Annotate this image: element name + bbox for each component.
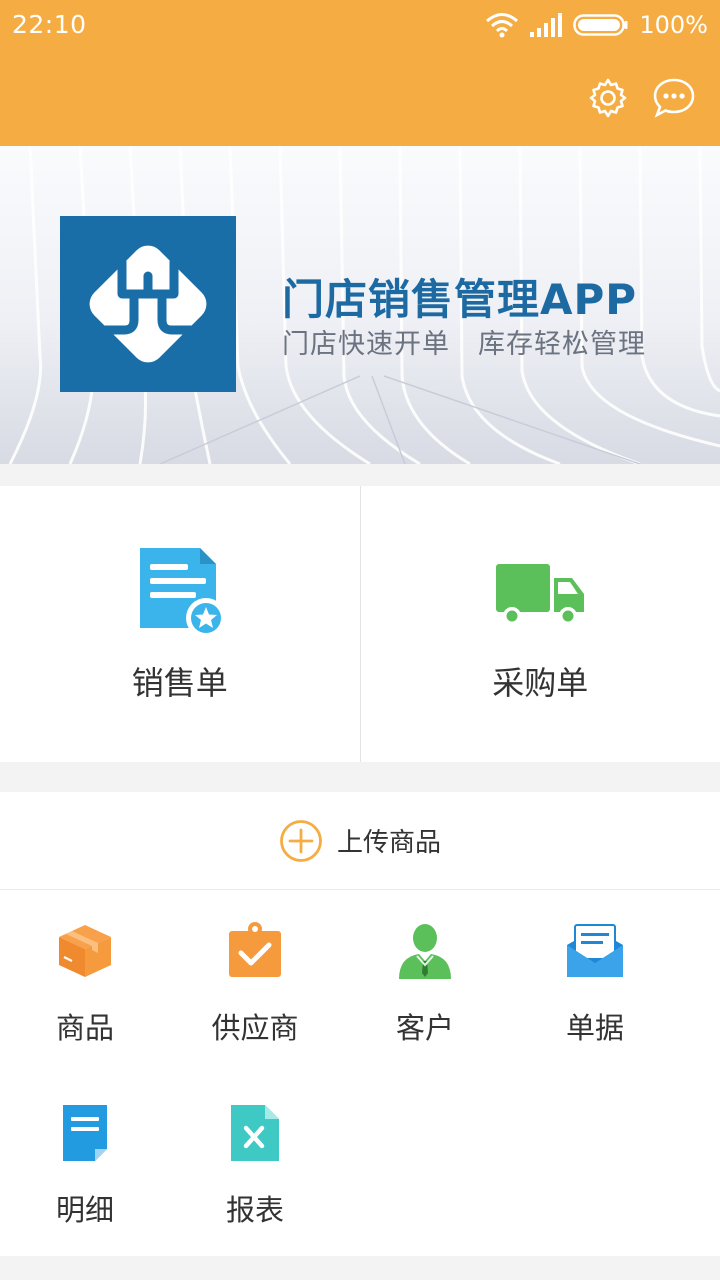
function-panel: 上传商品 商品 供应商 客户 单据 明细 报表 bbox=[0, 792, 720, 1256]
envelope-icon bbox=[567, 924, 623, 977]
status-bar: 22:10 100% bbox=[0, 0, 720, 52]
sales-order-icon bbox=[139, 548, 226, 638]
grid-item-products[interactable]: 商品 bbox=[0, 891, 170, 1073]
grid-item-documents[interactable]: 单据 bbox=[510, 891, 680, 1073]
banner-subtitle: 门店快速开单 库存轻松管理 bbox=[282, 329, 646, 360]
report-icon bbox=[231, 1105, 279, 1161]
sales-order-button[interactable]: 销售单 bbox=[0, 486, 360, 762]
customer-icon bbox=[399, 924, 451, 979]
gear-icon[interactable] bbox=[586, 76, 630, 120]
detail-icon bbox=[63, 1105, 107, 1161]
grid-item-label: 商品 bbox=[55, 1011, 114, 1045]
grid-item-label: 明细 bbox=[55, 1193, 114, 1227]
wifi-icon bbox=[486, 13, 519, 38]
app-bar: 22:10 100% bbox=[0, 0, 720, 146]
function-grid: 商品 供应商 客户 单据 明细 报表 bbox=[0, 891, 720, 1255]
status-time: 22:10 bbox=[12, 10, 87, 39]
promo-banner: 门店销售管理APP 门店快速开单 库存轻松管理 bbox=[0, 146, 720, 464]
grid-item-suppliers[interactable]: 供应商 bbox=[170, 891, 340, 1073]
chat-icon[interactable] bbox=[652, 76, 696, 120]
battery-percent: 100% bbox=[639, 11, 708, 39]
grid-item-label: 单据 bbox=[565, 1011, 624, 1045]
plus-circle-icon bbox=[280, 819, 322, 862]
main-actions: 销售单 采购单 bbox=[0, 486, 720, 762]
sales-order-label: 销售单 bbox=[131, 664, 228, 702]
box-icon bbox=[59, 925, 111, 977]
purchase-order-button[interactable]: 采购单 bbox=[359, 486, 720, 762]
banner-title: 门店销售管理APP bbox=[282, 275, 638, 324]
truck-icon bbox=[496, 564, 585, 625]
upload-product-button[interactable]: 上传商品 bbox=[0, 792, 720, 890]
purchase-order-label: 采购单 bbox=[492, 664, 589, 702]
battery-icon bbox=[573, 14, 628, 36]
grid-item-label: 供应商 bbox=[211, 1011, 299, 1045]
grid-item-details[interactable]: 明细 bbox=[0, 1073, 170, 1255]
app-logo bbox=[60, 216, 236, 392]
signal-icon bbox=[530, 13, 563, 37]
grid-item-label: 报表 bbox=[225, 1193, 284, 1227]
upload-product-label: 上传商品 bbox=[336, 828, 441, 858]
grid-item-reports[interactable]: 报表 bbox=[170, 1073, 340, 1255]
grid-item-customers[interactable]: 客户 bbox=[340, 891, 510, 1073]
supplier-icon bbox=[229, 922, 281, 977]
grid-item-label: 客户 bbox=[395, 1011, 454, 1045]
